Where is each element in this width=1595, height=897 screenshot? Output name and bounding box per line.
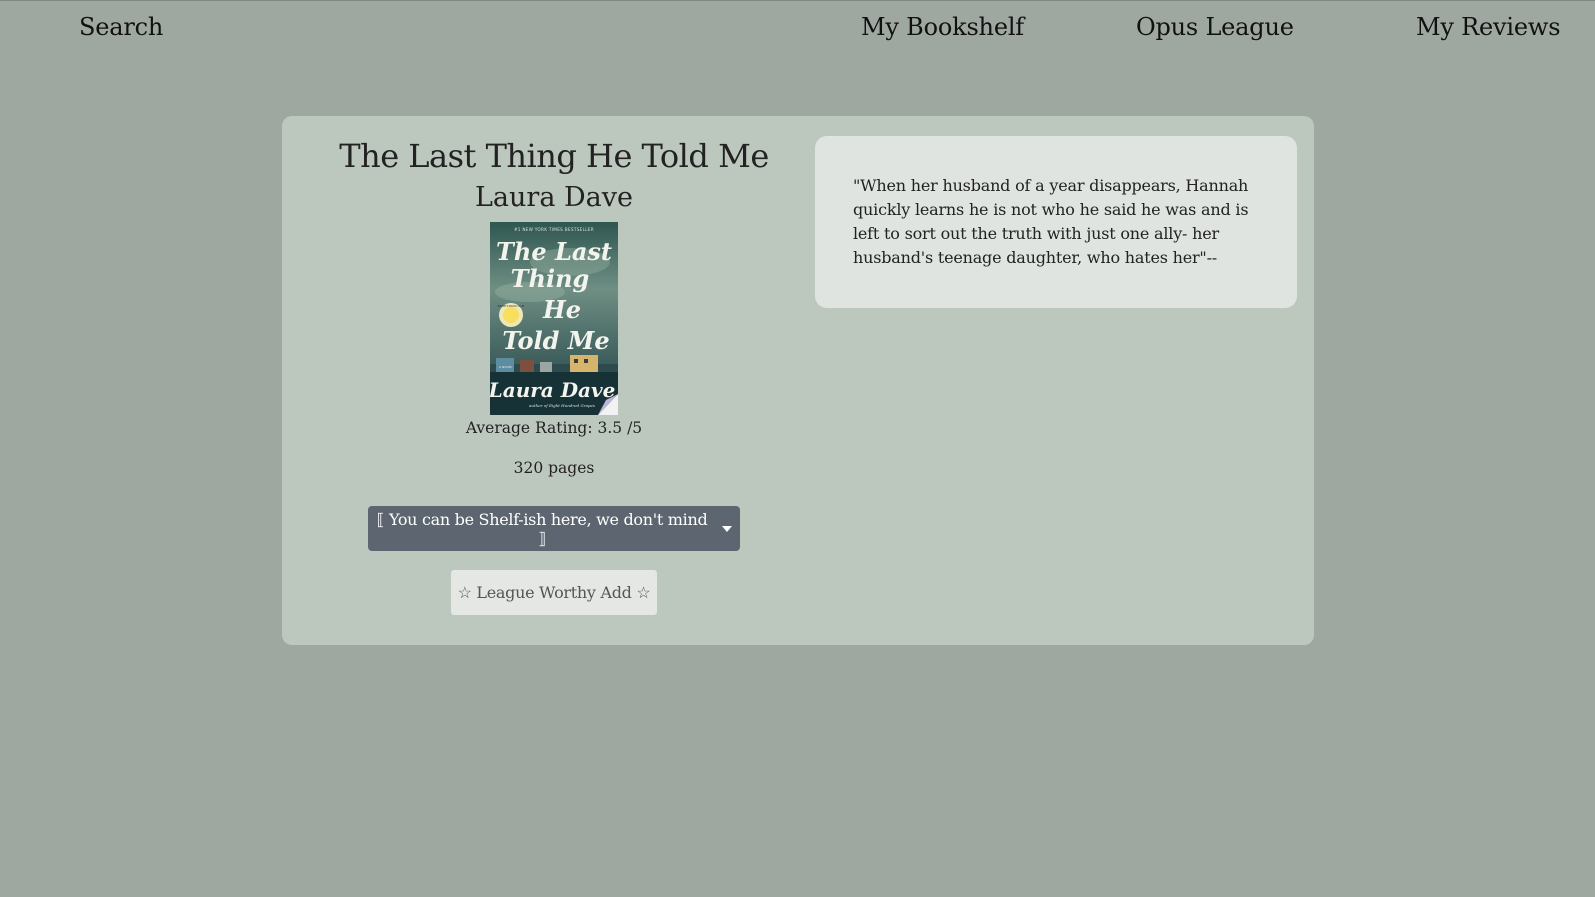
cover-title-line-3: He xyxy=(542,295,581,324)
cover-title-line-2: Thing xyxy=(511,264,590,293)
cover-title-line-4: Told Me xyxy=(502,326,609,355)
book-description: "When her husband of a year disappears, … xyxy=(815,136,1297,308)
nav-bookshelf-link[interactable]: My Bookshelf xyxy=(861,13,1024,41)
cover-byline-text: author of Eight Hundred Grapes xyxy=(529,403,595,408)
cover-seal-text: REESE'S BOOK CLUB xyxy=(498,304,525,308)
book-detail-card: The Last Thing He Told Me Laura Dave #1 … xyxy=(282,116,1314,645)
book-cover-image: #1 NEW YORK TIMES BESTSELLER The Last Th… xyxy=(490,222,618,415)
page-count: 320 pages xyxy=(513,459,595,477)
nav-my-reviews-link[interactable]: My Reviews xyxy=(1416,13,1561,41)
average-rating: Average Rating: 3.5 /5 xyxy=(465,419,643,437)
cover-title-line-1: The Last xyxy=(496,237,612,266)
league-worthy-add-button[interactable]: ☆ League Worthy Add ☆ xyxy=(451,570,657,615)
nav-search-link[interactable]: Search xyxy=(79,13,163,41)
book-author: Laura Dave xyxy=(475,182,633,213)
cover-author-text: Laura Dave xyxy=(490,378,615,402)
add-to-shelf-label: ⟦ You can be Shelf-ish here, we don't mi… xyxy=(376,509,708,548)
book-title: The Last Thing He Told Me xyxy=(339,137,769,175)
cover-banner-text: #1 NEW YORK TIMES BESTSELLER xyxy=(514,227,594,232)
caret-down-icon xyxy=(722,525,732,532)
add-to-shelf-dropdown-button[interactable]: ⟦ You can be Shelf-ish here, we don't mi… xyxy=(368,506,740,551)
cover-tagline-text: A NOVEL xyxy=(499,365,513,369)
book-info-column: The Last Thing He Told Me Laura Dave #1 … xyxy=(304,116,804,615)
nav-opus-league-link[interactable]: Opus League xyxy=(1136,13,1294,41)
